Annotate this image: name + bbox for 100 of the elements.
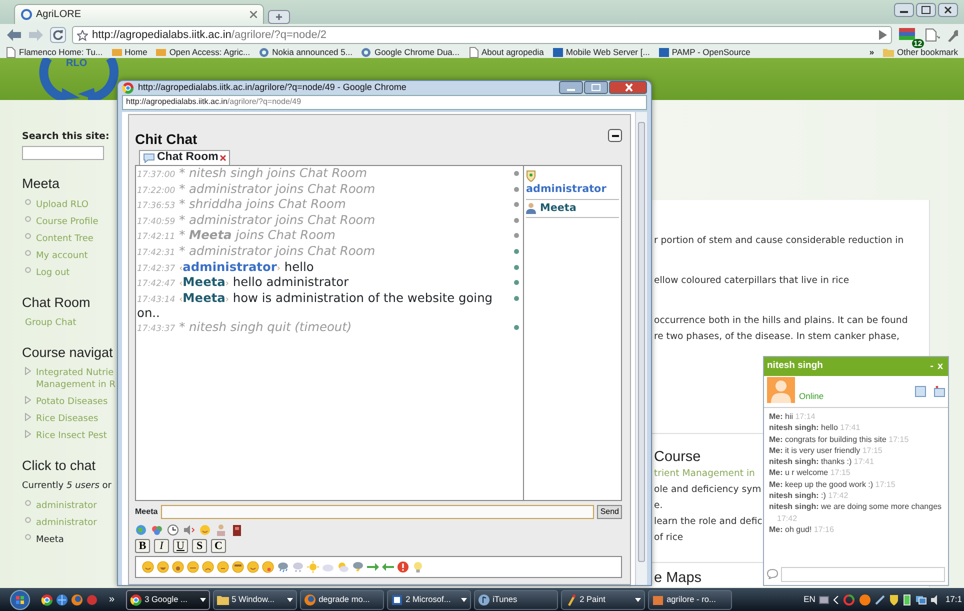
- message-input[interactable]: [781, 566, 945, 582]
- tongue-face-icon[interactable]: [262, 561, 274, 573]
- close-icon[interactable]: [609, 81, 647, 94]
- message-input[interactable]: [160, 505, 594, 519]
- bullet-icon: [25, 232, 31, 238]
- ball-icon[interactable]: [859, 594, 872, 606]
- sad-face-icon[interactable]: [202, 561, 214, 573]
- format-button[interactable]: I: [154, 539, 169, 553]
- minimize-icon[interactable]: [894, 3, 914, 17]
- section-heading: Course navigat: [22, 344, 114, 362]
- light-bulb-icon[interactable]: [412, 561, 424, 573]
- laughing-face-icon[interactable]: [157, 561, 169, 573]
- star-icon[interactable]: [77, 30, 88, 40]
- chat-tab[interactable]: Chat Room: [139, 150, 230, 165]
- keyboard-icon[interactable]: [819, 596, 830, 604]
- taskbar-button[interactable]: 2 Paint: [560, 590, 645, 610]
- content-text: occurrence both in the hills and plains. It can be found: [654, 314, 908, 328]
- other-bookmarks-link[interactable]: Other bookmark: [883, 46, 958, 58]
- door-icon[interactable]: [231, 524, 243, 536]
- taskbar-button[interactable]: iTunes: [474, 590, 558, 610]
- chrome-icon: [130, 594, 142, 606]
- language-indicator[interactable]: EN: [804, 593, 816, 606]
- address-bar[interactable]: http://agropedialabs.iitk.ac.in/agrilore/?q=node/2: [72, 26, 892, 44]
- bookmark-link[interactable]: Flamenco Home: Tu...: [6, 46, 103, 58]
- triangle-icon: [25, 367, 31, 375]
- format-button[interactable]: B: [135, 539, 150, 553]
- new-tab-icon[interactable]: [268, 10, 290, 24]
- wrench-icon[interactable]: [946, 28, 958, 42]
- battery-icon[interactable]: [903, 594, 912, 606]
- taskbar-button[interactable]: 5 Window...: [212, 590, 297, 610]
- maximize-icon[interactable]: [916, 3, 936, 17]
- app-icon[interactable]: [86, 594, 98, 606]
- monitor-icon[interactable]: [915, 594, 928, 604]
- tab-title: AgriLORE: [36, 8, 82, 22]
- taskbar-button[interactable]: agrilore - ro...: [648, 590, 732, 610]
- bookmark-link[interactable]: PAMP - OpenSource: [658, 46, 750, 58]
- logo-text: RLO: [66, 57, 88, 71]
- reload-icon[interactable]: [50, 27, 66, 43]
- bookmark-link[interactable]: Home: [112, 46, 148, 58]
- chevron-icon[interactable]: [833, 596, 840, 604]
- send-button[interactable]: Send: [597, 505, 622, 519]
- format-button[interactable]: U: [173, 539, 188, 553]
- go-icon[interactable]: [879, 30, 887, 40]
- scrollbar[interactable]: [635, 112, 647, 585]
- search-field[interactable]: [22, 146, 104, 160]
- window-close-icon[interactable]: [934, 386, 945, 396]
- close-icon[interactable]: [938, 3, 958, 17]
- arrow-left-icon[interactable]: [382, 561, 394, 573]
- grinning-face-icon[interactable]: [172, 561, 184, 573]
- chat-message: 17:40:59 * administrator joins Chat Room: [137, 214, 376, 229]
- browser-tab[interactable]: AgriLORE: [14, 4, 264, 24]
- minimize-button[interactable]: [608, 129, 622, 142]
- clock-text: 17:1: [945, 593, 962, 606]
- square-icon: [552, 46, 563, 58]
- chrome-icon[interactable]: [41, 594, 53, 606]
- smiley-icon[interactable]: [187, 561, 199, 573]
- back-icon[interactable]: [6, 28, 22, 42]
- window-icon[interactable]: [915, 386, 926, 396]
- clock-icon[interactable]: [167, 524, 179, 536]
- page-menu-icon[interactable]: [924, 28, 940, 42]
- maximize-icon[interactable]: [584, 81, 608, 94]
- more-button[interactable]: »: [109, 592, 115, 607]
- minimize-icon[interactable]: [559, 81, 583, 94]
- firefox-icon[interactable]: [71, 594, 83, 606]
- ring-icon[interactable]: [843, 594, 856, 606]
- taskbar-button[interactable]: degrade mo...: [300, 590, 384, 610]
- close-icon[interactable]: [220, 155, 226, 161]
- square-icon: [658, 46, 669, 58]
- bookmark-link[interactable]: About agropedia: [468, 46, 544, 58]
- bullet-icon: [25, 250, 31, 256]
- format-button[interactable]: S: [192, 539, 207, 553]
- start-button[interactable]: [10, 590, 30, 610]
- extension-icon[interactable]: [898, 27, 916, 43]
- bookmark-link[interactable]: Mobile Web Server [...: [552, 46, 650, 58]
- bookmark-link[interactable]: Google Chrome Dua...: [361, 46, 460, 58]
- chat-title: Chit Chat: [135, 130, 198, 149]
- smiley-icon[interactable]: [142, 561, 154, 573]
- user-name[interactable]: Meeta: [540, 200, 576, 216]
- bookmark-link[interactable]: Nokia announced 5...: [259, 46, 352, 58]
- smiley-icon[interactable]: [247, 561, 259, 573]
- arrow-right-icon[interactable]: [367, 561, 379, 573]
- bookmark-link[interactable]: Open Access: Agric...: [156, 46, 250, 58]
- content-text: of rice: [654, 531, 684, 545]
- taskbar-button[interactable]: 2 Microsof...: [386, 590, 471, 610]
- bullet-icon: [25, 198, 31, 204]
- user-name[interactable]: administrator: [526, 182, 619, 198]
- triangle-icon: [25, 396, 31, 404]
- rain-cloud-icon[interactable]: [277, 561, 289, 573]
- smiley-icon[interactable]: [217, 561, 229, 573]
- exclamation-icon[interactable]: [397, 561, 409, 573]
- cool-face-icon[interactable]: [232, 561, 244, 573]
- storm-cloud-icon[interactable]: [352, 561, 364, 573]
- palette-icon[interactable]: [151, 524, 163, 536]
- content-text: ellow coloured caterpillars that live in rice: [654, 274, 850, 288]
- format-button[interactable]: C: [211, 539, 226, 553]
- smiley-icon[interactable]: [199, 524, 211, 536]
- taskbar-button[interactable]: 3 Google ...: [126, 590, 210, 610]
- globe-icon[interactable]: [56, 594, 68, 606]
- more-bookmarks-button[interactable]: »: [869, 46, 874, 58]
- shield-icon[interactable]: [889, 594, 900, 606]
